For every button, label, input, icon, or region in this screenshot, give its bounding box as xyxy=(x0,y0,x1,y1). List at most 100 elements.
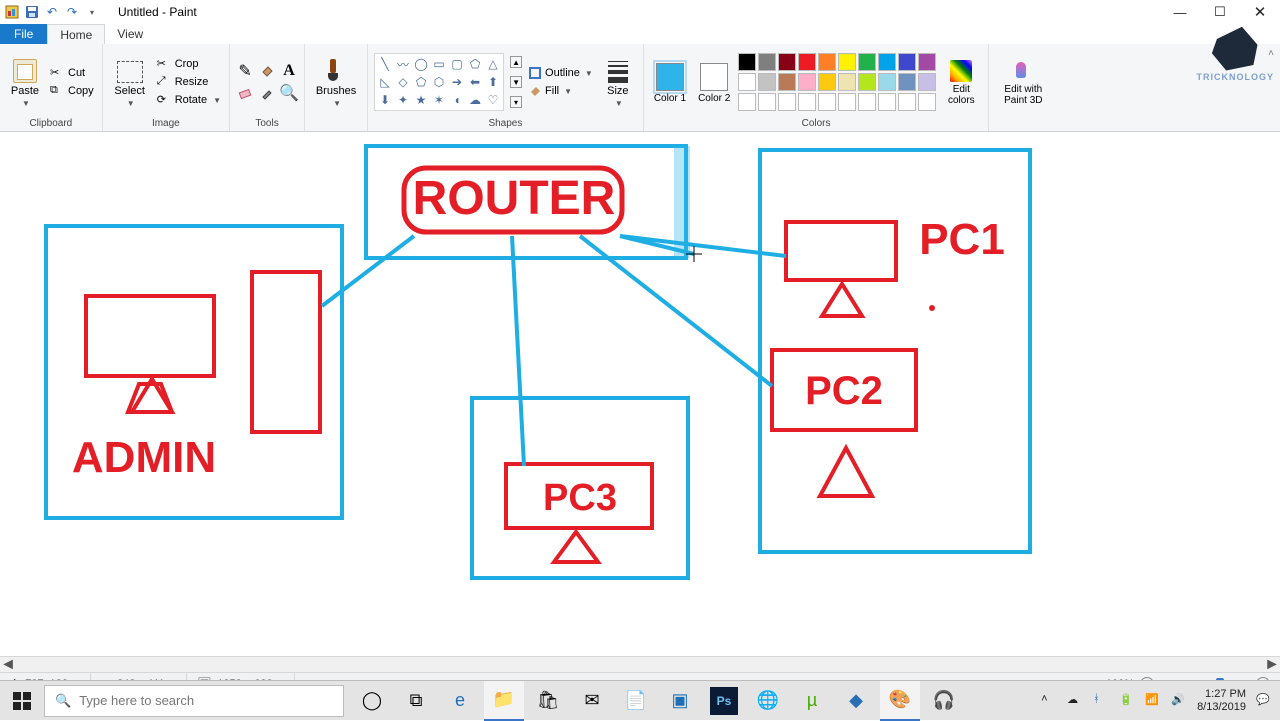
color2-button[interactable]: Color 2 xyxy=(694,61,734,104)
chrome-icon[interactable]: 🌐 xyxy=(748,681,788,721)
size-button[interactable]: Size ▼ xyxy=(599,57,637,108)
palette-swatch[interactable] xyxy=(838,53,856,71)
shape-heart[interactable]: ♡ xyxy=(485,92,501,108)
store-icon[interactable]: 🛍 xyxy=(528,681,568,721)
volume-icon[interactable]: 🔊 xyxy=(1171,693,1187,709)
palette-swatch[interactable] xyxy=(818,93,836,111)
shape-cloudcallout[interactable]: ☁ xyxy=(467,92,483,108)
color-palette[interactable] xyxy=(738,53,936,111)
palette-swatch[interactable] xyxy=(738,73,756,91)
palette-swatch[interactable] xyxy=(858,53,876,71)
edit-colors-button[interactable]: Edit colors xyxy=(940,58,982,106)
resize-button[interactable]: ⤢Resize xyxy=(155,74,223,90)
save-icon[interactable] xyxy=(24,4,40,20)
redo-icon[interactable]: ↷ xyxy=(64,4,80,20)
cut-button[interactable]: ✂Cut xyxy=(48,65,96,81)
tray-chevron-icon[interactable]: ˄ xyxy=(1041,693,1057,709)
notifications-icon[interactable]: 💬 xyxy=(1256,693,1272,709)
utorrent-icon[interactable]: µ xyxy=(792,681,832,721)
edit-paint3d-button[interactable]: Edit with Paint 3D xyxy=(995,58,1051,106)
palette-swatch[interactable] xyxy=(898,93,916,111)
palette-swatch[interactable] xyxy=(878,53,896,71)
gallery-scroll-up[interactable]: ▲ xyxy=(510,56,522,68)
palette-swatch[interactable] xyxy=(778,73,796,91)
shapes-gallery[interactable]: ╲ 〰 ◯ ▭ ▢ ⬠ △ ◺ ◇ ⬠ ⬡ ➔ ⬅ ⬆ ⬇ ✦ ★ ✶ ◖ ☁ xyxy=(374,53,504,111)
shape-larrow[interactable]: ⬅ xyxy=(467,74,483,90)
taskview-icon[interactable]: ⧉ xyxy=(396,681,436,721)
palette-swatch[interactable] xyxy=(798,93,816,111)
shape-rtriangle[interactable]: ◺ xyxy=(377,74,393,90)
edge-icon[interactable]: e xyxy=(440,681,480,721)
palette-swatch[interactable] xyxy=(838,93,856,111)
shape-uarrow[interactable]: ⬆ xyxy=(485,74,501,90)
discord-icon[interactable]: 🎧 xyxy=(924,681,964,721)
shape-polygon[interactable]: ⬠ xyxy=(467,56,483,72)
palette-swatch[interactable] xyxy=(898,73,916,91)
tab-view[interactable]: View xyxy=(105,24,155,44)
palette-swatch[interactable] xyxy=(918,73,936,91)
undo-icon[interactable]: ↶ xyxy=(44,4,60,20)
brushes-button[interactable]: Brushes ▼ xyxy=(311,57,361,108)
drawing-canvas[interactable]: ROUTER ADMIN PC1 PC2 PC3 xyxy=(4,136,1274,646)
palette-swatch[interactable] xyxy=(918,93,936,111)
wifi-icon[interactable]: 📶 xyxy=(1145,693,1161,709)
shape-4star[interactable]: ✦ xyxy=(395,92,411,108)
palette-swatch[interactable] xyxy=(798,73,816,91)
text-tool[interactable]: A xyxy=(280,62,298,80)
photoshop-icon[interactable]: Ps xyxy=(710,687,738,715)
bucket-tool[interactable] xyxy=(258,62,276,80)
shape-oval[interactable]: ◯ xyxy=(413,56,429,72)
palette-swatch[interactable] xyxy=(758,73,776,91)
palette-swatch[interactable] xyxy=(878,93,896,111)
palette-swatch[interactable] xyxy=(758,93,776,111)
shape-pentagon[interactable]: ⬠ xyxy=(413,74,429,90)
shape-rarrow[interactable]: ➔ xyxy=(449,74,465,90)
shape-5star[interactable]: ★ xyxy=(413,92,429,108)
palette-swatch[interactable] xyxy=(898,53,916,71)
picker-tool[interactable] xyxy=(258,84,276,102)
close-button[interactable]: ✕ xyxy=(1240,0,1280,24)
shape-triangle[interactable]: △ xyxy=(485,56,501,72)
cortana-icon[interactable]: ◯ xyxy=(352,681,392,721)
minimize-button[interactable]: — xyxy=(1160,0,1200,24)
palette-swatch[interactable] xyxy=(818,53,836,71)
palette-swatch[interactable] xyxy=(838,73,856,91)
mail-icon[interactable]: ✉ xyxy=(572,681,612,721)
shape-line[interactable]: ╲ xyxy=(377,56,393,72)
notes-icon[interactable]: 📄 xyxy=(616,681,656,721)
eraser-tool[interactable] xyxy=(236,84,254,102)
palette-swatch[interactable] xyxy=(758,53,776,71)
tab-home[interactable]: Home xyxy=(47,24,105,44)
horizontal-scrollbar[interactable]: ◄ ► xyxy=(0,656,1280,672)
shape-roundrect[interactable]: ▢ xyxy=(449,56,465,72)
palette-swatch[interactable] xyxy=(778,93,796,111)
fill-button[interactable]: Fill▼ xyxy=(528,84,593,98)
gallery-scroll-down[interactable]: ▼ xyxy=(510,76,522,88)
maximize-button[interactable]: ☐ xyxy=(1200,0,1240,24)
shape-darrow[interactable]: ⬇ xyxy=(377,92,393,108)
battery-icon[interactable]: 🔋 xyxy=(1119,693,1135,709)
scroll-left[interactable]: ◄ xyxy=(0,657,16,673)
taskbar-search[interactable]: 🔍 Type here to search xyxy=(44,685,344,717)
palette-swatch[interactable] xyxy=(798,53,816,71)
outline-button[interactable]: Outline▼ xyxy=(528,66,593,80)
palette-swatch[interactable] xyxy=(738,53,756,71)
shape-curve[interactable]: 〰 xyxy=(395,56,411,72)
palette-swatch[interactable] xyxy=(878,73,896,91)
magnifier-tool[interactable]: 🔍 xyxy=(280,84,298,102)
taskbar-clock[interactable]: 1:27 PM 8/13/2019 xyxy=(1197,688,1246,712)
rotate-button[interactable]: ⟳Rotate▼ xyxy=(155,92,223,108)
canvas-area[interactable]: ROUTER ADMIN PC1 PC2 PC3 xyxy=(0,132,1280,656)
qat-dropdown-icon[interactable]: ▾ xyxy=(84,4,100,20)
shape-hexagon[interactable]: ⬡ xyxy=(431,74,447,90)
explorer-icon[interactable]: 📁 xyxy=(484,681,524,721)
palette-swatch[interactable] xyxy=(858,73,876,91)
copy-button[interactable]: ⧉Copy xyxy=(48,83,96,99)
shape-diamond[interactable]: ◇ xyxy=(395,74,411,90)
shape-roundcallout[interactable]: ◖ xyxy=(449,92,465,108)
palette-swatch[interactable] xyxy=(818,73,836,91)
app1-icon[interactable]: ▣ xyxy=(660,681,700,721)
color1-button[interactable]: Color 1 xyxy=(650,61,690,104)
palette-swatch[interactable] xyxy=(778,53,796,71)
palette-swatch[interactable] xyxy=(858,93,876,111)
